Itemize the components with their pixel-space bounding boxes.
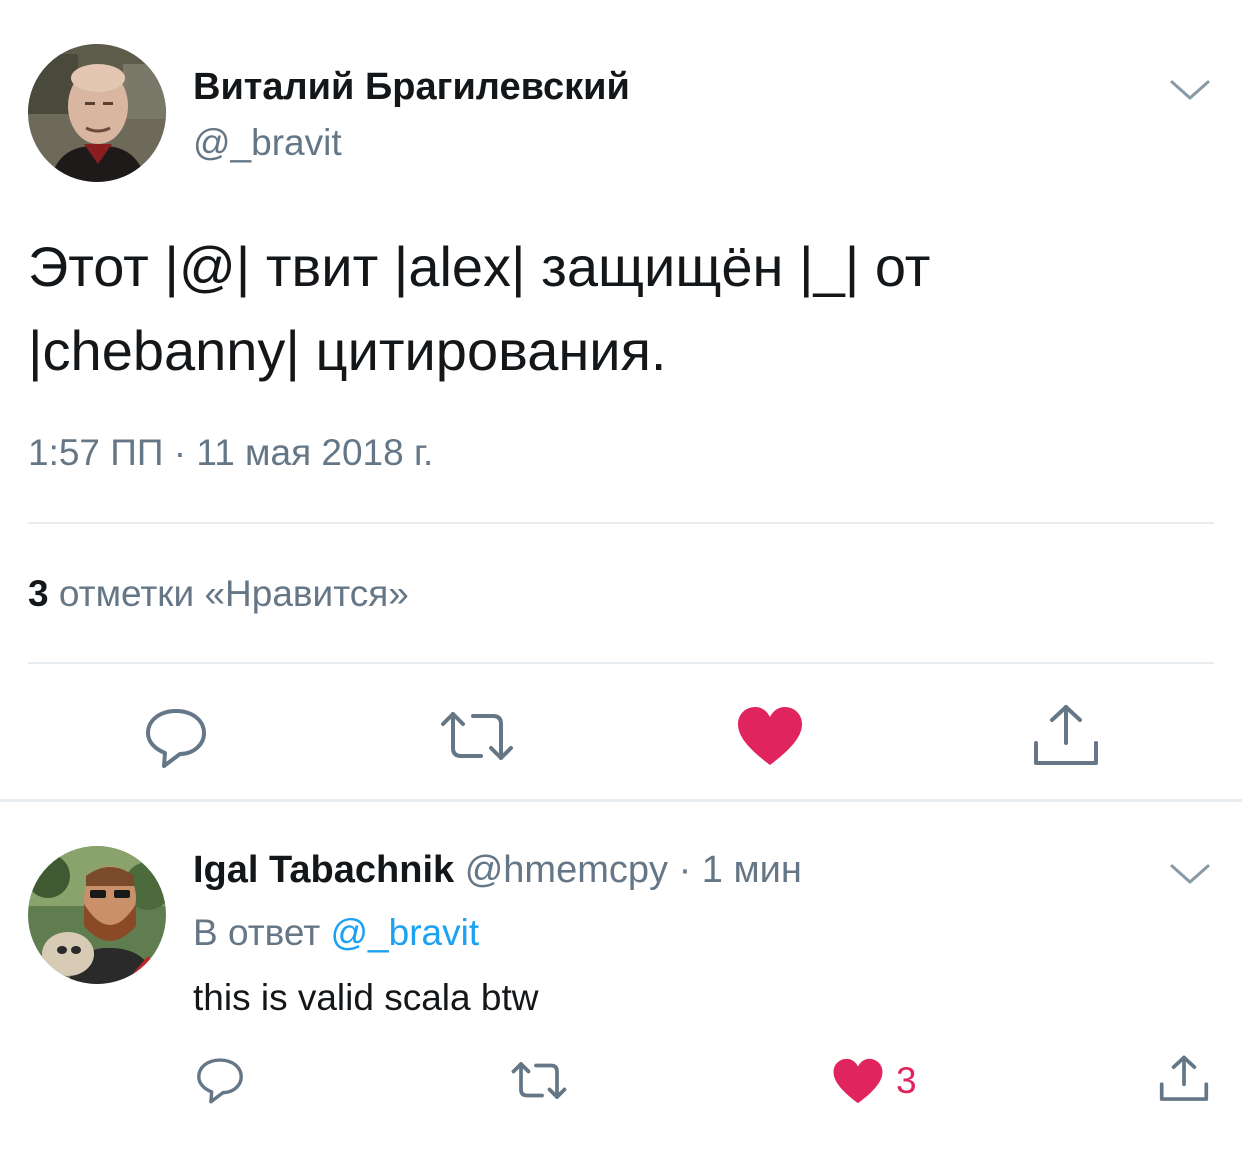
reply-icon [197, 1058, 243, 1104]
section-divider [0, 799, 1242, 802]
reply-share-button[interactable] [1156, 1052, 1212, 1106]
tweet-timestamp[interactable]: 1:57 ПП · 11 мая 2018 г. [28, 432, 433, 474]
likes-count: 3 [28, 573, 49, 614]
reply-author-name[interactable]: Igal Tabachnik [193, 849, 454, 891]
heart-icon [833, 1058, 883, 1104]
reply-like-button[interactable]: 3 [832, 1054, 942, 1108]
reply-mention-link[interactable]: @_bravit [331, 912, 480, 953]
reply-author-handle[interactable]: @hmemcpy [465, 849, 668, 891]
reply-context: В ответ @_bravit [193, 912, 479, 954]
chevron-down-icon[interactable] [1168, 72, 1212, 106]
likes-summary[interactable]: 3 отметки «Нравится» [28, 573, 409, 615]
reply-text: this is valid scala btw [193, 977, 539, 1018]
reply-button[interactable] [138, 700, 214, 772]
author-name[interactable]: Виталий Брагилевский [193, 66, 630, 109]
avatar[interactable] [28, 44, 166, 182]
share-icon [1034, 705, 1098, 765]
reply-icon [146, 709, 206, 768]
chevron-down-icon[interactable] [1168, 856, 1212, 890]
reply-like-count: 3 [896, 1060, 917, 1101]
tweet-text: Этот |@| твит |alex| защищён |_| от |che… [28, 225, 1208, 393]
retweet-button[interactable] [436, 700, 518, 772]
reply-retweet-button[interactable] [508, 1054, 570, 1106]
reply-reply-button[interactable] [192, 1052, 248, 1106]
tweet-text-line: Этот |@| твит |alex| защищён |_| от [28, 235, 931, 298]
likes-label: отметки «Нравится» [58, 573, 409, 614]
divider [28, 662, 1214, 664]
share-button[interactable] [1028, 700, 1104, 772]
retweet-icon [511, 1061, 567, 1099]
reply-time[interactable]: · 1 мин [679, 849, 802, 891]
reply-avatar[interactable] [28, 846, 166, 984]
reply-prefix: В ответ [193, 912, 321, 953]
reply-header: Igal Tabachnik @hmemcpy · 1 мин [193, 849, 802, 892]
like-button[interactable] [732, 700, 808, 772]
retweet-icon [441, 712, 513, 760]
tweet-text-line: |chebanny| цитирования. [28, 319, 667, 382]
share-icon [1159, 1055, 1209, 1101]
divider [28, 522, 1214, 524]
author-handle[interactable]: @_bravit [193, 122, 342, 164]
heart-icon [738, 707, 802, 765]
